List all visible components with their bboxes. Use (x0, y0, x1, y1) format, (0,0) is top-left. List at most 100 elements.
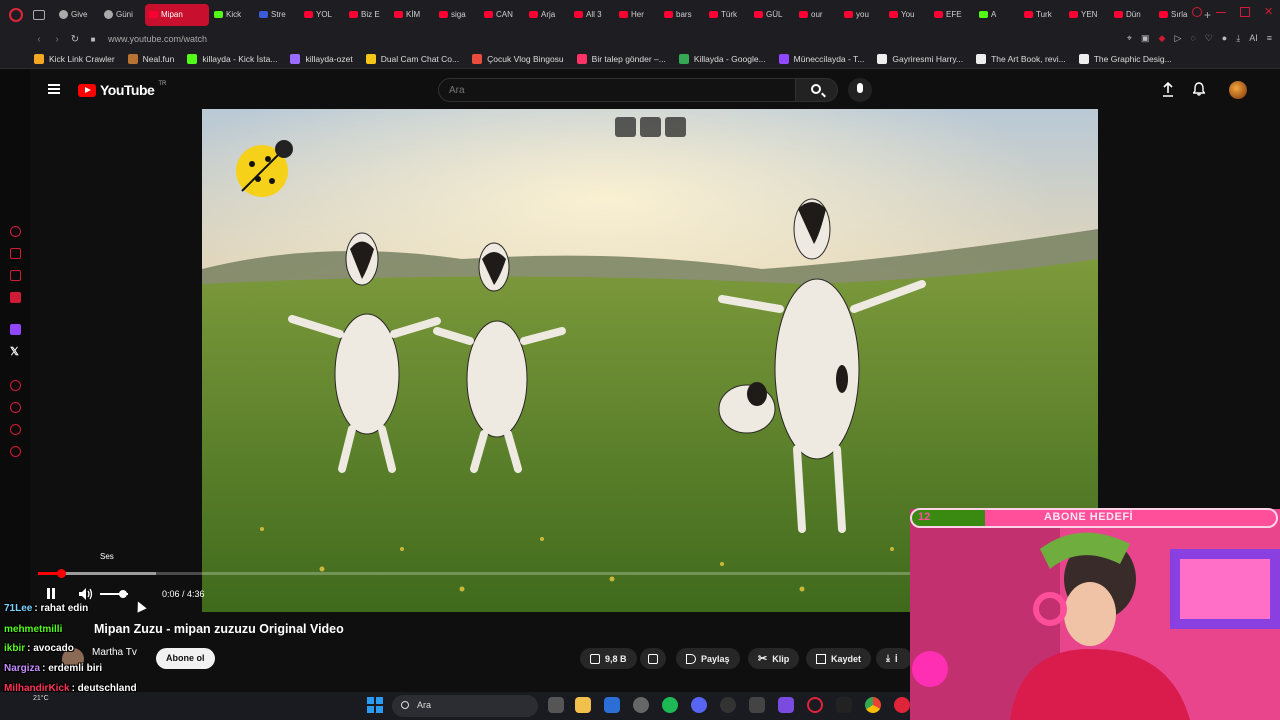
browser-tab[interactable]: You (885, 4, 929, 26)
bookmark-item[interactable]: The Graphic Desig... (1078, 53, 1172, 64)
task-view-icon[interactable] (548, 697, 564, 713)
save-button[interactable]: Kaydet (806, 648, 872, 669)
taskbar-search[interactable]: Ara (392, 695, 538, 717)
like-button[interactable]: 9,8 B (580, 648, 637, 669)
browser-tab[interactable]: bars (660, 4, 704, 26)
bookmark-item[interactable]: Çocuk Vlog Bingosu (472, 53, 564, 64)
sidebar-twitch-icon[interactable] (10, 324, 21, 335)
restore-icon[interactable] (1240, 7, 1250, 17)
file-explorer-icon[interactable] (575, 697, 591, 713)
sidebar-player-icon[interactable] (10, 380, 21, 391)
guide-menu-icon[interactable] (48, 84, 60, 94)
browser-tab[interactable]: EFE (930, 4, 974, 26)
sidebar-aria-icon[interactable] (10, 226, 21, 237)
bookmark-item[interactable]: Gayriresmi Harry... (877, 53, 963, 64)
next-icon[interactable] (665, 117, 686, 137)
enter-icon[interactable] (640, 117, 661, 137)
channel-name[interactable]: Martha Tv (92, 647, 137, 658)
tab-overview-icon[interactable] (33, 9, 45, 20)
download-button[interactable]: ⤓ İ (876, 648, 912, 669)
bookmark-item[interactable]: killayda - Kick İsta... (187, 53, 277, 64)
browser-tab[interactable]: Biz E (345, 4, 389, 26)
notifications-icon[interactable] (1193, 82, 1205, 96)
bookmark-item[interactable]: The Art Book, revi... (976, 53, 1066, 64)
clip-button[interactable]: ✂ Klip (748, 648, 800, 669)
volume-knob[interactable] (119, 590, 127, 598)
sidebar-app-icon[interactable] (10, 292, 21, 303)
close-icon[interactable]: ✕ (1264, 7, 1274, 18)
sidebar-pinboard-icon[interactable] (10, 424, 21, 435)
volume-icon[interactable] (78, 587, 94, 601)
browser-tab[interactable]: KİM (390, 4, 434, 26)
pin-icon[interactable]: ⌖ (1127, 33, 1132, 44)
opera-logo-icon[interactable] (9, 7, 23, 22)
sidebar-settings-icon[interactable] (10, 446, 21, 457)
bookmark-item[interactable]: Kick Link Crawler (34, 53, 115, 64)
browser-tab[interactable]: Give (55, 4, 99, 26)
browser-tab[interactable]: CAN (480, 4, 524, 26)
account-icon[interactable]: ● (1222, 33, 1227, 44)
browser-tab[interactable]: Stre (255, 4, 299, 26)
browser-tab[interactable]: Kick (210, 4, 254, 26)
browser-tab[interactable]: GÜL (750, 4, 794, 26)
share-button[interactable]: Paylaş (676, 648, 740, 669)
bookmark-item[interactable]: Müneccilayda - T... (778, 53, 864, 64)
bookmark-item[interactable]: Killayda - Google... (678, 53, 766, 64)
forward-icon[interactable]: › (48, 34, 66, 45)
menu-icon[interactable]: ≡ (1267, 33, 1272, 44)
search-input[interactable] (439, 79, 795, 101)
url-field[interactable]: www.youtube.com/watch (108, 34, 207, 44)
obs-icon[interactable] (720, 697, 736, 713)
store-icon[interactable] (604, 697, 620, 713)
browser-tab[interactable]: A (975, 4, 1019, 26)
dislike-button[interactable] (640, 648, 666, 669)
settings-app-icon[interactable] (633, 697, 649, 713)
extension-icon[interactable]: ◌ (1190, 33, 1195, 44)
bookmark-item[interactable]: killayda-ozet (290, 53, 353, 64)
pause-button[interactable] (45, 588, 57, 600)
grid-app-icon[interactable] (778, 697, 794, 713)
sidebar-x-icon[interactable]: 𝕏 (10, 345, 19, 358)
search-button[interactable] (796, 78, 838, 102)
shield-icon[interactable]: ◆ (1159, 33, 1166, 44)
browser-tab[interactable]: YOL (300, 4, 344, 26)
upload-icon[interactable] (1162, 82, 1174, 97)
snapshot-icon[interactable]: ▣ (1141, 33, 1150, 44)
sidebar-history-icon[interactable] (10, 402, 21, 413)
sidebar-wallet-icon[interactable] (10, 248, 21, 259)
windows-start-icon[interactable] (367, 697, 383, 713)
browser-tab[interactable]: Dün (1110, 4, 1154, 26)
back-icon[interactable]: ‹ (30, 34, 48, 45)
browser-tab[interactable]: Türk (705, 4, 749, 26)
terminal-icon[interactable] (836, 697, 852, 713)
miniplayer-icon[interactable] (615, 117, 636, 137)
ai-button[interactable]: AI (1249, 33, 1258, 44)
account-avatar[interactable] (1229, 81, 1247, 99)
bookmark-item[interactable]: Neal.fun (127, 53, 174, 64)
browser-tab[interactable]: Güni (100, 4, 144, 26)
browser-tab[interactable]: Mipan (145, 3, 209, 26)
opera-taskbar-icon[interactable] (807, 697, 823, 713)
minimize-icon[interactable] (1216, 7, 1226, 13)
sidebar-messenger-icon[interactable] (10, 270, 21, 281)
browser-tab[interactable]: siga (435, 4, 479, 26)
bookmark-item[interactable]: Bir talep gönder –... (576, 53, 666, 64)
chrome-icon[interactable] (865, 697, 881, 713)
heart-icon[interactable]: ♡ (1205, 33, 1213, 44)
bookmark-item[interactable]: Dual Cam Chat Co... (365, 53, 459, 64)
spotify-icon[interactable] (662, 697, 678, 713)
opera-gx-icon[interactable] (894, 697, 910, 713)
voice-search-button[interactable] (848, 78, 872, 102)
browser-tab[interactable]: All 3 (570, 4, 614, 26)
search-tabs-icon[interactable] (1192, 7, 1202, 17)
browser-tab[interactable]: Turk (1020, 4, 1064, 26)
progress-scrubber[interactable] (57, 569, 66, 578)
browser-tab[interactable]: Her (615, 4, 659, 26)
subscribe-button[interactable]: Abone ol (156, 648, 215, 669)
download-icon[interactable]: ⤓ (1236, 33, 1240, 44)
discord-icon[interactable] (691, 697, 707, 713)
browser-tab[interactable]: YEN (1065, 4, 1109, 26)
browser-tab[interactable]: Arja (525, 4, 569, 26)
browser-tab[interactable]: you (840, 4, 884, 26)
browser-tab[interactable]: our (795, 4, 839, 26)
